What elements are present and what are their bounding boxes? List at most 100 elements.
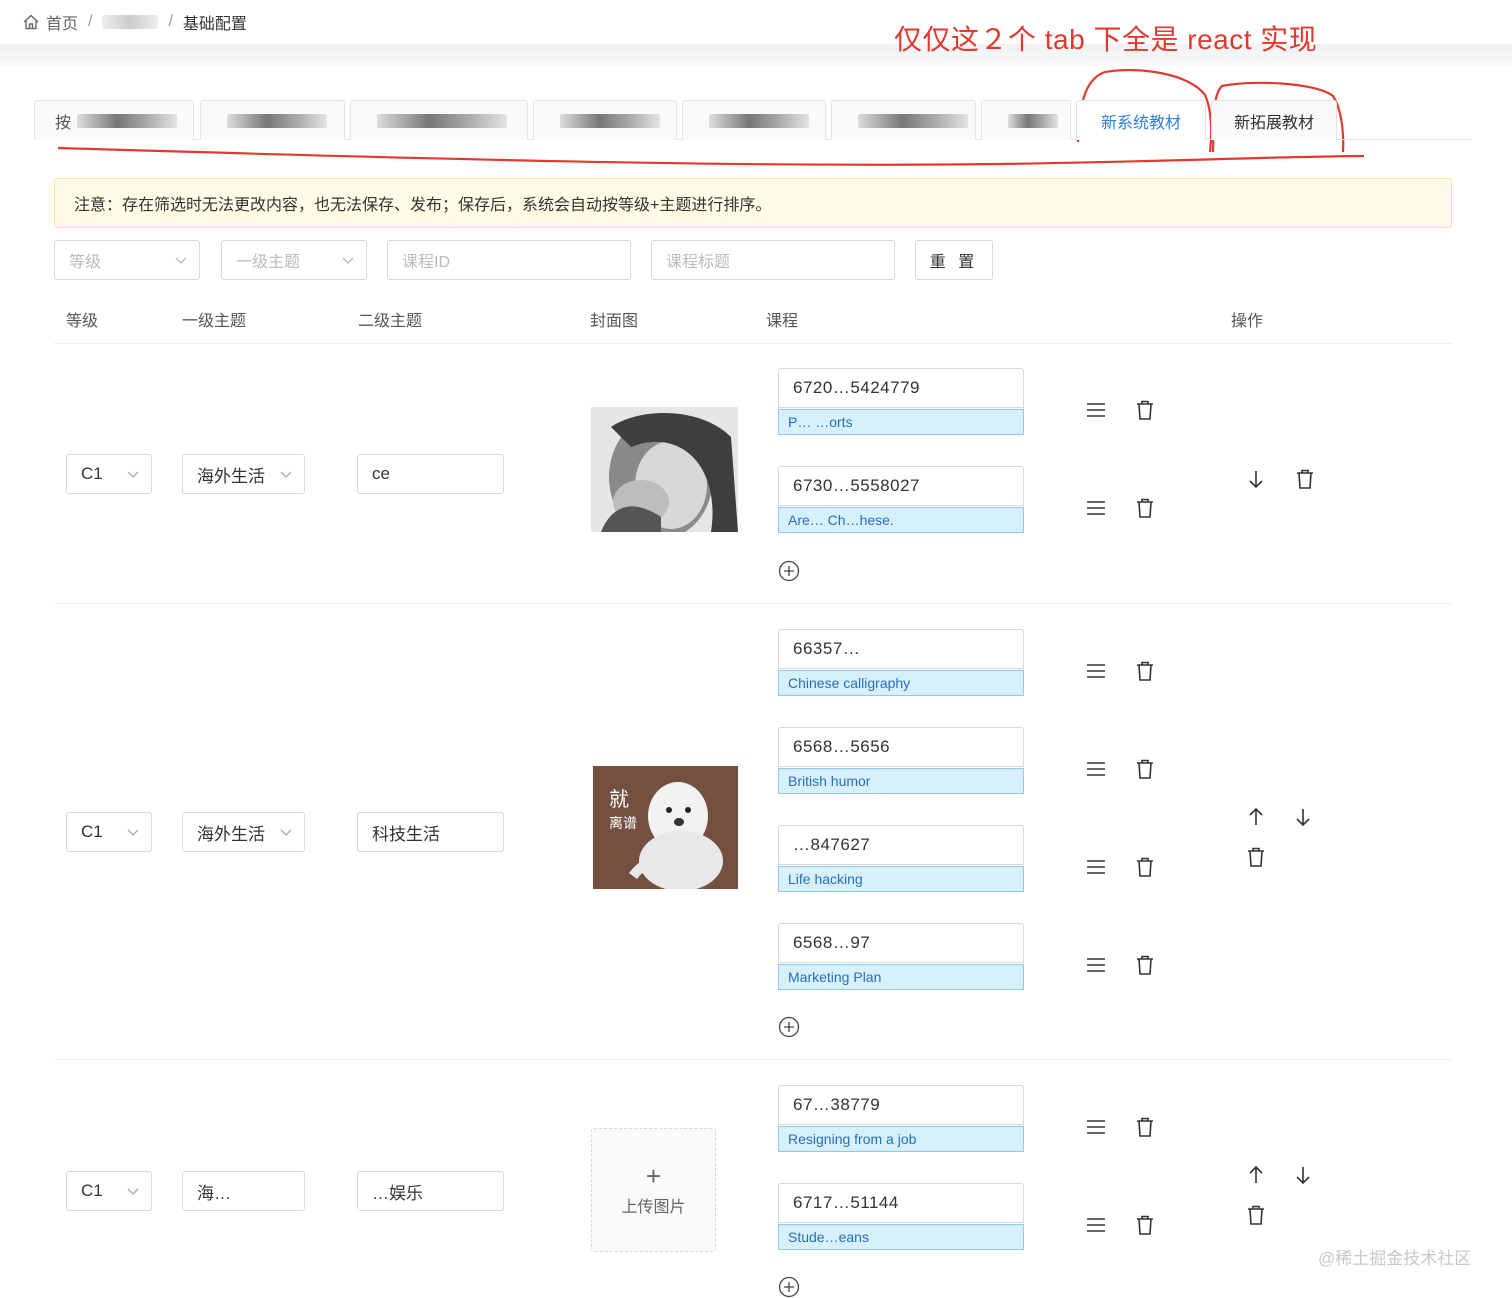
drag-handle-icon[interactable] <box>1085 1214 1107 1236</box>
tab-2[interactable] <box>200 100 345 140</box>
chevron-down-icon <box>127 471 139 478</box>
chevron-down-icon <box>280 829 292 836</box>
course-id-field[interactable]: 6568…5656 <box>778 727 1024 767</box>
breadcrumb-home[interactable]: 首页 <box>46 10 78 34</box>
drag-handle-icon[interactable] <box>1085 954 1107 976</box>
course-title-tag: Chinese calligraphy <box>778 670 1024 696</box>
topic2-input[interactable]: ce <box>357 454 504 494</box>
tab-redacted <box>560 113 660 128</box>
add-course-icon[interactable] <box>778 560 800 582</box>
trash-icon[interactable] <box>1134 660 1156 682</box>
breadcrumb-redacted <box>102 15 159 29</box>
trash-icon[interactable] <box>1134 954 1156 976</box>
upload-label: 上传图片 <box>621 1199 686 1216</box>
watermark: @稀土掘金技术社区 <box>1318 1249 1472 1268</box>
topic2-value: …娱乐 <box>372 1183 423 1203</box>
course-id-placeholder: 课程ID <box>402 254 451 271</box>
table-header: 等级 一级主题 二级主题 封面图 课程 操作 <box>54 296 1452 344</box>
trash-icon[interactable] <box>1294 468 1316 490</box>
topic1-select[interactable]: 海… <box>182 1171 305 1211</box>
course-id-field[interactable]: 67…38779 <box>778 1085 1024 1125</box>
home-icon[interactable] <box>22 13 40 31</box>
course-entry: 6568…5656 British humor <box>778 727 1024 794</box>
reset-button[interactable]: 重 置 <box>915 240 993 280</box>
tab-4[interactable] <box>533 100 677 140</box>
topic-filter-select[interactable]: 一级主题 <box>221 240 367 280</box>
chevron-down-icon <box>175 257 187 264</box>
topic1-select[interactable]: 海外生活 <box>182 812 305 852</box>
level-select[interactable]: C1 <box>66 1171 152 1211</box>
arrow-down-icon[interactable] <box>1292 806 1314 828</box>
table-row: C1 海外生活 科技生活 就 离谱 66357… Chinese calligr… <box>54 604 1452 1060</box>
cover-image-portrait[interactable] <box>591 407 738 532</box>
breadcrumb-current: 基础配置 <box>182 16 247 33</box>
drag-handle-icon[interactable] <box>1085 856 1107 878</box>
course-title-input[interactable]: 课程标题 <box>651 240 895 280</box>
level-select[interactable]: C1 <box>66 454 152 494</box>
drag-handle-icon[interactable] <box>1085 758 1107 780</box>
course-entry: 6568…97 Marketing Plan <box>778 923 1024 990</box>
tab-new-system-textbook[interactable]: 新系统教材 <box>1076 100 1206 140</box>
column-topic1: 一级主题 <box>182 313 247 330</box>
course-id-field[interactable]: 6730…5558027 <box>778 466 1024 506</box>
upload-image-button[interactable]: + 上传图片 <box>591 1128 716 1252</box>
column-course: 课程 <box>766 313 799 330</box>
trash-icon[interactable] <box>1134 856 1156 878</box>
arrow-down-icon[interactable] <box>1245 468 1267 490</box>
arrow-up-icon[interactable] <box>1245 1164 1267 1186</box>
course-id-field[interactable]: …847627 <box>778 825 1024 865</box>
tab-label: 按 <box>55 114 72 132</box>
course-id-field[interactable]: 66357… <box>778 629 1024 669</box>
drag-handle-icon[interactable] <box>1085 399 1107 421</box>
tab-5[interactable] <box>682 100 826 140</box>
course-id-input[interactable]: 课程ID <box>387 240 631 280</box>
column-actions: 操作 <box>1231 313 1264 330</box>
tab-new-extension-textbook[interactable]: 新拓展教材 <box>1211 100 1337 140</box>
trash-icon[interactable] <box>1134 1214 1156 1236</box>
topic2-input[interactable]: …娱乐 <box>357 1171 504 1211</box>
chevron-down-icon <box>127 1188 139 1195</box>
topic2-value: ce <box>372 464 390 483</box>
course-entry: …847627 Life hacking <box>778 825 1024 892</box>
tab-6[interactable] <box>831 100 976 140</box>
course-id-field[interactable]: 6717…51144 <box>778 1183 1024 1223</box>
level-select[interactable]: C1 <box>66 812 152 852</box>
tab-redacted <box>1008 113 1058 128</box>
trash-icon[interactable] <box>1134 758 1156 780</box>
tab-3[interactable] <box>350 100 528 140</box>
level-filter-placeholder: 等级 <box>69 254 102 271</box>
arrow-up-icon[interactable] <box>1245 806 1267 828</box>
topic2-input[interactable]: 科技生活 <box>357 812 504 852</box>
tab-1[interactable]: 按 <box>34 100 194 140</box>
course-title-tag: Stude…eans <box>778 1224 1024 1250</box>
trash-icon[interactable] <box>1134 399 1156 421</box>
tab-7[interactable] <box>981 100 1071 140</box>
arrow-down-icon[interactable] <box>1292 1164 1314 1186</box>
trash-icon[interactable] <box>1134 497 1156 519</box>
breadcrumb-separator: / <box>88 13 93 30</box>
level-value: C1 <box>81 822 103 841</box>
add-course-icon[interactable] <box>778 1276 800 1298</box>
tab-redacted <box>77 113 178 128</box>
tab-label: 新拓展教材 <box>1233 114 1314 132</box>
course-title-tag: Marketing Plan <box>778 964 1024 990</box>
drag-handle-icon[interactable] <box>1085 497 1107 519</box>
topic2-value: 科技生活 <box>372 824 440 844</box>
drag-handle-icon[interactable] <box>1085 660 1107 682</box>
cover-text-big: 就 <box>609 787 629 811</box>
trash-icon[interactable] <box>1245 846 1267 868</box>
table-row: C1 海外生活 ce 6720…5424779 P… …orts 6730…55… <box>54 344 1452 604</box>
trash-icon[interactable] <box>1245 1204 1267 1226</box>
topic1-select[interactable]: 海外生活 <box>182 454 305 494</box>
cover-image-meme[interactable]: 就 离谱 <box>593 766 738 889</box>
course-id-field[interactable]: 6720…5424779 <box>778 368 1024 408</box>
add-course-icon[interactable] <box>778 1016 800 1038</box>
course-id-field[interactable]: 6568…97 <box>778 923 1024 963</box>
drag-handle-icon[interactable] <box>1085 1116 1107 1138</box>
course-entry: 66357… Chinese calligraphy <box>778 629 1024 696</box>
course-entry: 67…38779 Resigning from a job <box>778 1085 1024 1152</box>
trash-icon[interactable] <box>1134 1116 1156 1138</box>
level-filter-select[interactable]: 等级 <box>54 240 200 280</box>
chevron-down-icon <box>127 829 139 836</box>
reset-label: 重 置 <box>929 254 979 271</box>
